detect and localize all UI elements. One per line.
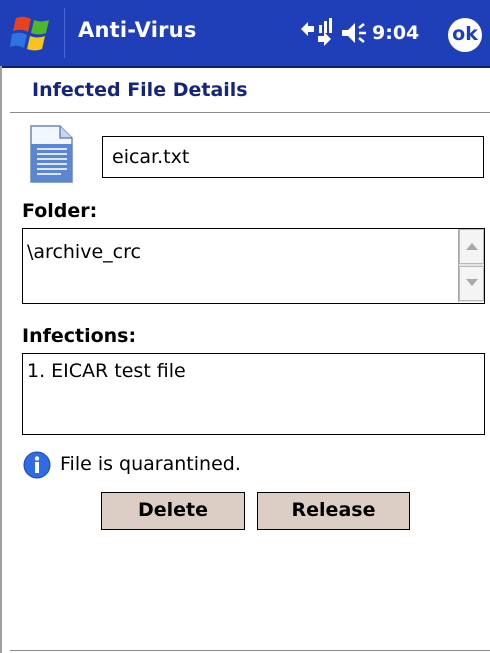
- folder-value: \archive_crc: [27, 241, 141, 263]
- folder-label: Folder:: [22, 200, 98, 222]
- title-bar: Anti-Virus 9:04 ok: [0, 0, 490, 68]
- folder-field[interactable]: \archive_crc: [22, 228, 485, 304]
- folder-scrollbar[interactable]: [458, 229, 484, 302]
- title-separator: [64, 8, 65, 58]
- infections-list[interactable]: 1. EICAR test file: [22, 353, 485, 435]
- header-divider: [10, 112, 490, 113]
- app-title: Anti-Virus: [78, 18, 197, 42]
- scroll-up-button[interactable]: [459, 229, 484, 264]
- list-item[interactable]: 1. EICAR test file: [27, 360, 186, 382]
- scroll-down-button[interactable]: [459, 266, 484, 301]
- delete-button[interactable]: Delete: [101, 492, 245, 530]
- page-title: Infected File Details: [32, 79, 248, 101]
- status-text: File is quarantined.: [60, 453, 241, 475]
- filename-field[interactable]: eicar.txt: [102, 136, 484, 178]
- bottom-divider: [10, 650, 490, 651]
- ok-button[interactable]: ok: [448, 18, 482, 52]
- signal-icon[interactable]: [298, 17, 334, 49]
- scroll-down-arrow-icon: [466, 279, 478, 286]
- document-icon: [30, 125, 73, 183]
- info-icon: [23, 451, 51, 479]
- start-menu-icon[interactable]: [10, 14, 56, 54]
- window-left-edge: [0, 66, 2, 653]
- release-button[interactable]: Release: [257, 492, 410, 530]
- status-icons: 9:04: [298, 16, 419, 50]
- clock[interactable]: 9:04: [372, 22, 419, 44]
- volume-icon[interactable]: [340, 19, 368, 47]
- scroll-up-arrow-icon: [466, 243, 478, 250]
- infections-label: Infections:: [22, 325, 137, 347]
